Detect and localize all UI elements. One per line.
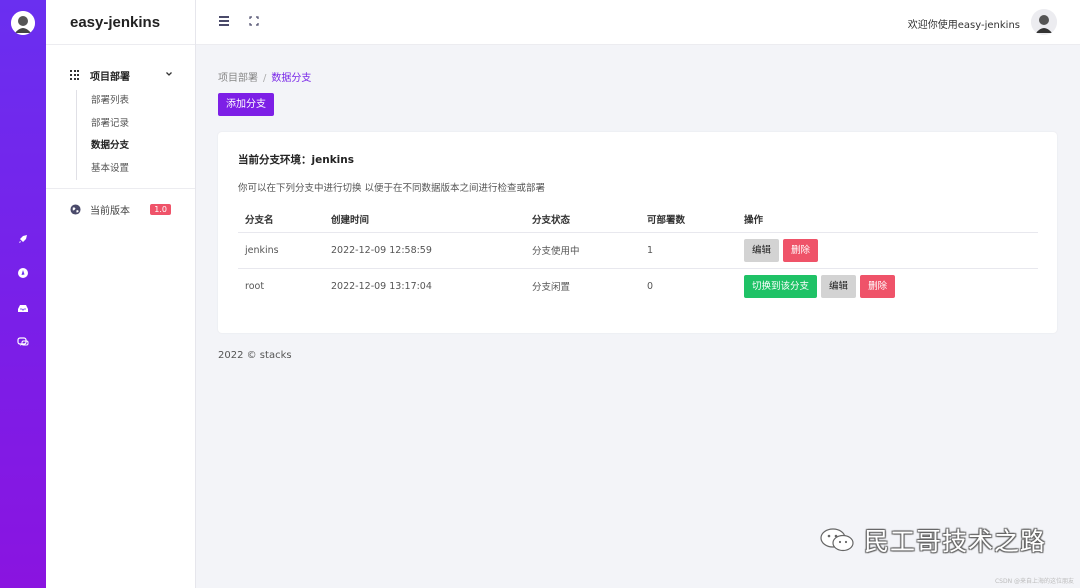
menu-icon[interactable]	[219, 16, 229, 26]
menu-group-project-deploy[interactable]: 项目部署	[46, 65, 195, 85]
branch-table: 分支名 创建时间 分支状态 可部署数 操作 jenkins 2022-12-09…	[238, 206, 1038, 304]
version-badge: 1.0	[150, 203, 171, 215]
sidebar-item-basic-settings[interactable]: 基本设置	[91, 158, 195, 181]
table-header-row: 分支名 创建时间 分支状态 可部署数 操作	[238, 206, 1038, 233]
breadcrumb-parent[interactable]: 项目部署	[218, 73, 258, 84]
column-header-name: 分支名	[238, 206, 324, 233]
cell-created-time: 2022-12-09 12:58:59	[324, 232, 525, 269]
welcome-text: 欢迎你使用easy-jenkins	[907, 20, 1020, 31]
breadcrumb-current: 数据分支	[271, 73, 312, 84]
edit-button[interactable]: 编辑	[821, 274, 857, 298]
switch-branch-button[interactable]: 切换到该分支	[744, 274, 818, 298]
sidebar-item-deploy-list[interactable]: 部署列表	[91, 90, 195, 113]
delete-button[interactable]: 删除	[860, 274, 896, 298]
sidebar-menu: 项目部署 部署列表 部署记录 数据分支 基本设置 当前版本 1.0	[46, 45, 195, 219]
sidebar-item-data-branch[interactable]: 数据分支	[91, 135, 195, 158]
current-version-label: 当前版本	[90, 205, 130, 217]
grid-icon	[70, 70, 80, 80]
inbox-icon[interactable]	[15, 300, 31, 316]
cell-branch-name: root	[245, 280, 265, 292]
cell-actions: 切换到该分支 编辑 删除	[737, 268, 1038, 304]
table-row: jenkins 2022-12-09 12:58:59 分支使用中 1 编辑 删…	[238, 232, 1038, 269]
user-avatar[interactable]	[1031, 9, 1057, 35]
cell-actions: 编辑 删除	[737, 232, 1038, 269]
add-branch-button[interactable]: 添加分支	[218, 93, 274, 116]
globe-icon	[70, 203, 81, 215]
chevron-down-icon	[165, 70, 173, 81]
top-header: 欢迎你使用easy-jenkins	[196, 0, 1080, 45]
breadcrumb: 项目部署 / 数据分支	[218, 69, 1058, 84]
submenu: 部署列表 部署记录 数据分支 基本设置	[76, 90, 195, 180]
cell-branch-name: jenkins	[238, 232, 324, 269]
branch-card: 当前分支环境：jenkins 你可以在下列分支中进行切换 以便于在不同数据版本之…	[218, 132, 1057, 333]
cell-status: 分支使用中	[525, 232, 640, 269]
column-header-status: 分支状态	[525, 206, 640, 233]
fullscreen-icon[interactable]	[249, 16, 259, 26]
table-row: root 2022-12-09 13:17:04 分支闲置 0 切换到该分支 编…	[238, 268, 1038, 304]
compass-icon[interactable]	[15, 265, 31, 281]
rocket-icon[interactable]	[15, 231, 31, 247]
cell-count: 1	[640, 232, 737, 269]
menu-group-label: 项目部署	[90, 71, 130, 83]
card-description: 你可以在下列分支中进行切换 以便于在不同数据版本之间进行检查或部署	[238, 183, 546, 194]
page-footer: 2022 © stacks	[218, 350, 292, 361]
watermark-credit: CSDN @来自上海的这位朋友	[994, 578, 1074, 585]
wechat-icon	[818, 527, 858, 553]
sidebar-item-current-version[interactable]: 当前版本 1.0	[46, 199, 195, 219]
delete-button[interactable]: 删除	[783, 238, 819, 262]
chat-icon[interactable]	[15, 334, 31, 350]
column-header-created: 创建时间	[324, 206, 525, 233]
column-header-actions: 操作	[737, 206, 1038, 233]
cell-created-time: 2022-12-09 13:17:04	[331, 280, 432, 292]
breadcrumb-separator: /	[263, 73, 267, 84]
rail-avatar[interactable]	[11, 11, 35, 35]
watermark: 民工哥技术之路	[818, 522, 1046, 558]
app-brand[interactable]: easy-jenkins	[46, 0, 195, 45]
cell-count: 0	[647, 280, 654, 292]
card-title: 当前分支环境：jenkins	[238, 154, 355, 166]
cell-status: 分支闲置	[532, 282, 571, 294]
sidebar-item-deploy-records[interactable]: 部署记录	[91, 113, 195, 136]
main-content: 项目部署 / 数据分支 添加分支 当前分支环境：jenkins 你可以在下列分支中进…	[218, 45, 1058, 361]
watermark-text: 民工哥技术之路	[863, 527, 1046, 556]
menu-divider	[46, 188, 195, 189]
left-rail	[0, 0, 46, 588]
column-header-count: 可部署数	[640, 206, 737, 233]
sidebar: easy-jenkins 项目部署 部署列表 部署记录 数据分支 基本设置 当前…	[46, 0, 196, 588]
edit-button[interactable]: 编辑	[744, 238, 780, 262]
